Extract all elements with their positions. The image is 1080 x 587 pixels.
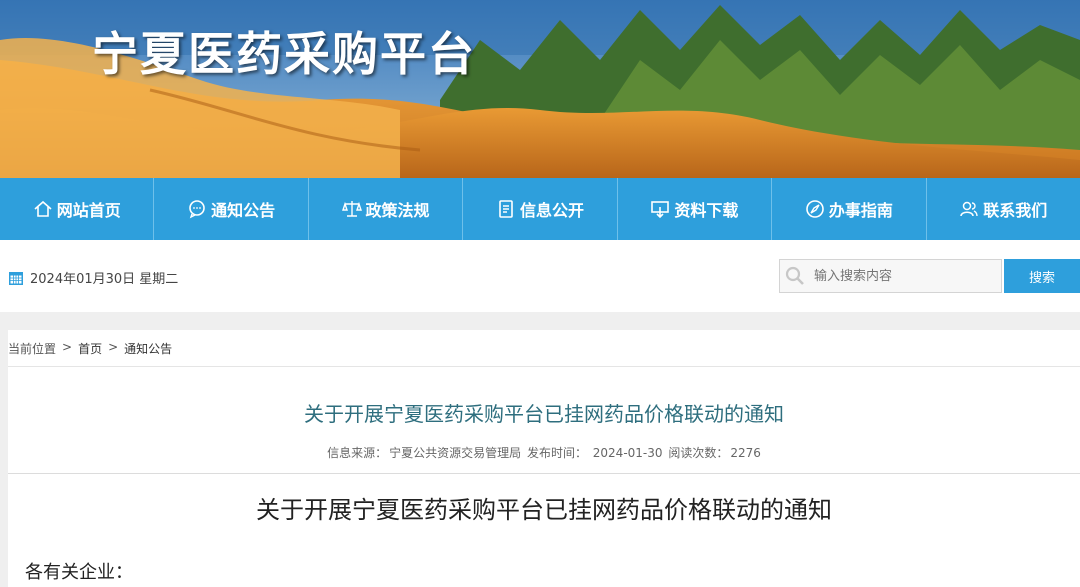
article-card: 当前位置 > 首页 > 通知公告 关于开展宁夏医药采购平台已挂网药品价格联动的通… [8, 330, 1080, 587]
source-value: 宁夏公共资源交易管理局 [389, 446, 522, 460]
download-icon [651, 201, 670, 219]
users-icon [960, 201, 978, 217]
nav-item-notices[interactable]: 通知公告 [154, 178, 309, 240]
nav-item-contact[interactable]: 联系我们 [927, 178, 1080, 240]
breadcrumb-section-link[interactable]: 通知公告 [124, 340, 172, 357]
chat-bubble-icon [189, 200, 205, 219]
nav-label: 办事指南 [828, 201, 893, 220]
nav-item-disclosure[interactable]: 信息公开 [463, 178, 618, 240]
nav-label: 联系我们 [983, 201, 1048, 220]
search-icon [785, 266, 804, 285]
nav-item-home[interactable]: 网站首页 [0, 178, 155, 240]
compass-icon [806, 200, 824, 218]
search-button[interactable]: 搜索 [1004, 259, 1080, 293]
scale-icon [341, 201, 362, 217]
toolbar: 2024年01月30日 星期二 搜索 [0, 240, 1080, 312]
search-input[interactable] [812, 267, 986, 285]
breadcrumb-home-link[interactable]: 首页 [78, 340, 102, 357]
divider [8, 366, 1080, 367]
nav-label: 通知公告 [211, 201, 276, 220]
main-nav: 网站首页 通知公告 政策法规 信息公开 资料下载 办事指南 联系我们 [0, 178, 1080, 240]
calendar-icon [9, 271, 23, 285]
site-title: 宁夏医药采购平台 [92, 27, 476, 81]
home-icon [34, 200, 52, 217]
nav-item-guide[interactable]: 办事指南 [772, 178, 927, 240]
nav-label: 资料下载 [674, 201, 739, 220]
nav-item-policy[interactable]: 政策法规 [309, 178, 464, 240]
nav-item-downloads[interactable]: 资料下载 [618, 178, 773, 240]
publish-time: 2024-01-30 [592, 446, 663, 460]
nav-label: 政策法规 [365, 201, 430, 220]
current-date: 2024年01月30日 星期二 [8, 268, 178, 287]
nav-label: 网站首页 [56, 201, 121, 220]
divider [8, 473, 1080, 474]
breadcrumb-separator: > [108, 340, 119, 354]
breadcrumb-prefix: 当前位置 [8, 342, 57, 356]
date-text: 2024年01月30日 星期二 [30, 272, 179, 287]
header-banner: 宁夏医药采购平台 [0, 0, 1080, 178]
breadcrumb-separator: > [62, 340, 73, 354]
document-icon [499, 200, 513, 218]
nav-label: 信息公开 [519, 201, 584, 220]
views-count: 2276 [730, 446, 761, 460]
source-label: 信息来源： [327, 446, 388, 460]
breadcrumb: 当前位置 > 首页 > 通知公告 [8, 340, 178, 357]
salutation: 各有关企业： [25, 562, 133, 583]
search-box [779, 259, 1002, 293]
publish-label: 发布时间： [526, 446, 587, 460]
body-title: 关于开展宁夏医药采购平台已挂网药品价格联动的通知 [256, 496, 832, 524]
views-label: 阅读次数： [668, 446, 729, 460]
article-title: 关于开展宁夏医药采购平台已挂网药品价格联动的通知 [304, 402, 784, 426]
article-meta: 信息来源： 宁夏公共资源交易管理局 发布时间： 2024-01-30 阅读次数： 2… [8, 444, 1080, 461]
